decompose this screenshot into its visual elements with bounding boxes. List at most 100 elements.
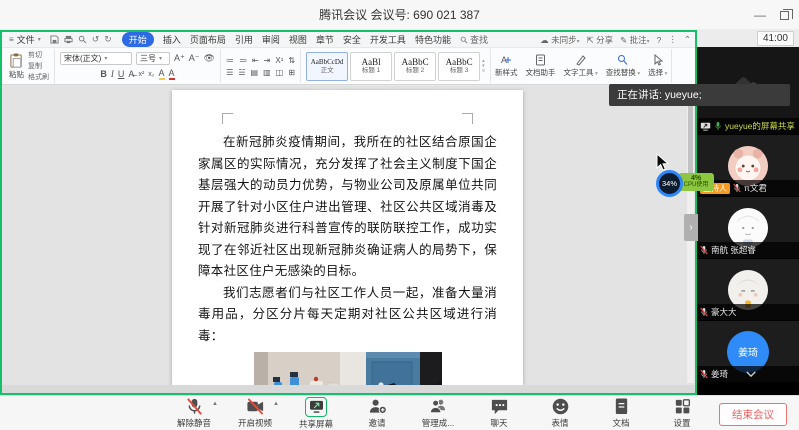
- sort-icon[interactable]: ⇅: [288, 56, 295, 65]
- style-heading2[interactable]: AaBbC 标题 2: [394, 52, 436, 81]
- number-list-icon[interactable]: ≕: [239, 56, 247, 65]
- align-center-icon[interactable]: ☱: [238, 68, 245, 77]
- superscript-button[interactable]: x²: [138, 71, 144, 78]
- tab-review[interactable]: 审阅: [262, 33, 280, 46]
- collapse-ribbon-icon[interactable]: ⌃: [684, 34, 691, 45]
- more-options-icon[interactable]: ⋮: [668, 34, 677, 45]
- share-screen-button[interactable]: 共享屏幕: [294, 397, 338, 430]
- text-direction-icon[interactable]: X¹: [275, 56, 283, 65]
- find-replace-button[interactable]: 查找替换 ▾: [606, 54, 640, 78]
- line-spacing-icon[interactable]: ▥: [263, 68, 271, 77]
- mouse-cursor: [656, 153, 670, 171]
- invite-button[interactable]: 邀请: [355, 397, 399, 429]
- tab-view[interactable]: 视图: [289, 33, 307, 46]
- chat-button[interactable]: 聊天: [477, 397, 521, 429]
- cut-button[interactable]: 剪切: [28, 50, 49, 60]
- highlight-color-button[interactable]: A: [159, 68, 165, 80]
- menu-icon: ≡: [9, 35, 14, 44]
- paste-button[interactable]: 粘贴: [9, 53, 24, 80]
- doc-assistant-button[interactable]: 文档助手: [526, 54, 556, 78]
- docs-button[interactable]: 文档: [599, 397, 643, 429]
- indent-increase-icon[interactable]: ⇥: [264, 56, 271, 65]
- tile-haodada[interactable]: 豪大大: [697, 259, 799, 321]
- redo-icon[interactable]: ↻: [104, 34, 112, 45]
- minimize-icon[interactable]: —: [754, 8, 766, 22]
- subscript-button[interactable]: x₂: [148, 71, 154, 78]
- underline-button[interactable]: U: [118, 69, 125, 79]
- tab-insert[interactable]: 插入: [163, 33, 181, 46]
- style-heading1[interactable]: AaBl 标题 1: [350, 52, 392, 81]
- undo-icon[interactable]: ↺: [92, 34, 100, 45]
- print-icon[interactable]: [64, 35, 73, 44]
- italic-button[interactable]: I: [111, 69, 114, 79]
- meeting-title: 腾讯会议 会议号: 690 021 387: [319, 6, 480, 23]
- tile-jiangqi[interactable]: 姜琦 姜琦: [697, 321, 799, 383]
- border-icon[interactable]: ⊞: [288, 68, 295, 77]
- select-button[interactable]: 选择 ▾: [648, 54, 667, 78]
- align-justify-icon[interactable]: ▤: [251, 68, 259, 77]
- indent-decrease-icon[interactable]: ⇤: [252, 56, 259, 65]
- share-doc-button[interactable]: ⇱ 分享: [587, 34, 614, 46]
- preview-icon[interactable]: [78, 35, 87, 44]
- format-painter-button[interactable]: 格式刷: [28, 72, 49, 82]
- tab-special-features[interactable]: 特色功能: [415, 33, 451, 46]
- gallery-scroll-icons[interactable]: ▴▾≡: [482, 59, 485, 74]
- apps-grid-icon: [673, 397, 692, 416]
- wps-bottom-strip: [2, 385, 695, 393]
- clipboard-group: 粘贴 剪切 复制 格式刷: [4, 49, 55, 83]
- sidebar-expand-handle[interactable]: ›: [684, 214, 698, 241]
- more-participants-chevron[interactable]: [745, 370, 757, 378]
- cpu-percent-ring: 34%: [656, 170, 683, 197]
- shading-icon[interactable]: ◫: [276, 68, 284, 77]
- grow-font-button[interactable]: A⁺: [174, 53, 185, 64]
- settings-button[interactable]: 设置: [660, 397, 704, 429]
- comment-button[interactable]: ✎ 批注▾: [620, 34, 650, 46]
- ribbon-search[interactable]: 查找: [460, 33, 488, 46]
- font-color-button[interactable]: A: [169, 68, 175, 80]
- mic-muted-icon: [733, 183, 741, 193]
- font-name-select[interactable]: 宋体(正文)▾: [60, 52, 132, 65]
- new-style-button[interactable]: A 新样式: [495, 54, 518, 78]
- tab-page-layout[interactable]: 页面布局: [190, 33, 226, 46]
- paragraph-group: ≔ ≕ ⇤ ⇥ X¹ ⇅ ☰ ☱ ▤ ▥ ◫ ⊞: [221, 49, 301, 83]
- manage-members-button[interactable]: 管理成...: [416, 397, 460, 429]
- restore-icon[interactable]: [780, 11, 789, 20]
- scrollbar-thumb[interactable]: [688, 94, 693, 179]
- document-page[interactable]: 在新冠肺炎疫情期间，我所在的社区结合原国企家属区的实际情况，充分发挥了社会主义制…: [172, 90, 523, 385]
- shrink-font-button[interactable]: A⁻: [189, 53, 200, 64]
- emoji-button[interactable]: 表情: [538, 397, 582, 429]
- participant-name: yueyue的屏幕共享: [725, 120, 795, 132]
- copy-button[interactable]: 复制: [28, 61, 49, 71]
- clear-format-button[interactable]: 👁: [204, 53, 215, 64]
- bold-button[interactable]: B: [100, 69, 107, 79]
- font-size-select[interactable]: 三号▾: [136, 52, 170, 65]
- tab-dev-tools[interactable]: 开发工具: [370, 33, 406, 46]
- camera-options-caret[interactable]: ▲: [273, 401, 279, 407]
- strikethrough-button[interactable]: A̶: [128, 69, 134, 79]
- mic-options-caret[interactable]: ▲: [212, 401, 218, 407]
- mic-muted-icon: [700, 307, 708, 317]
- style-normal[interactable]: AaBbCcDd 正文: [306, 52, 348, 81]
- inline-photos: [198, 352, 497, 385]
- bullet-list-icon[interactable]: ≔: [226, 56, 234, 65]
- tab-references[interactable]: 引用: [235, 33, 253, 46]
- tab-section[interactable]: 章节: [316, 33, 334, 46]
- tile-nanhang[interactable]: 南航 张超睿: [697, 197, 799, 259]
- start-video-button[interactable]: 开启视频 ▲: [233, 397, 277, 429]
- document-canvas[interactable]: 在新冠肺炎疫情期间，我所在的社区结合原国企家属区的实际情况，充分发挥了社会主义制…: [2, 86, 695, 393]
- file-menu[interactable]: ≡ 文件 ▾: [6, 33, 44, 46]
- ribbon-right-actions: ☁ 未同步▾ ⇱ 分享 ✎ 批注▾ ? ⋮ ⌃: [540, 34, 691, 46]
- align-left-icon[interactable]: ☰: [226, 68, 233, 77]
- text-tools-button[interactable]: 文字工具 ▾: [564, 54, 598, 78]
- cloud-sync-status[interactable]: ☁ 未同步▾: [540, 34, 579, 46]
- participant-name: π文君: [744, 182, 767, 194]
- unmute-button[interactable]: 解除静音 ▲: [172, 397, 216, 429]
- camera-off-icon: [245, 397, 266, 416]
- end-meeting-button[interactable]: 结束会议: [719, 403, 787, 426]
- save-icon[interactable]: [50, 35, 59, 44]
- style-heading3[interactable]: AaBbC 标题 3: [438, 52, 480, 81]
- tab-security[interactable]: 安全: [343, 33, 361, 46]
- screen-share-icon: [700, 122, 711, 131]
- help-icon[interactable]: ?: [657, 35, 662, 45]
- tab-home[interactable]: 开始: [122, 32, 154, 47]
